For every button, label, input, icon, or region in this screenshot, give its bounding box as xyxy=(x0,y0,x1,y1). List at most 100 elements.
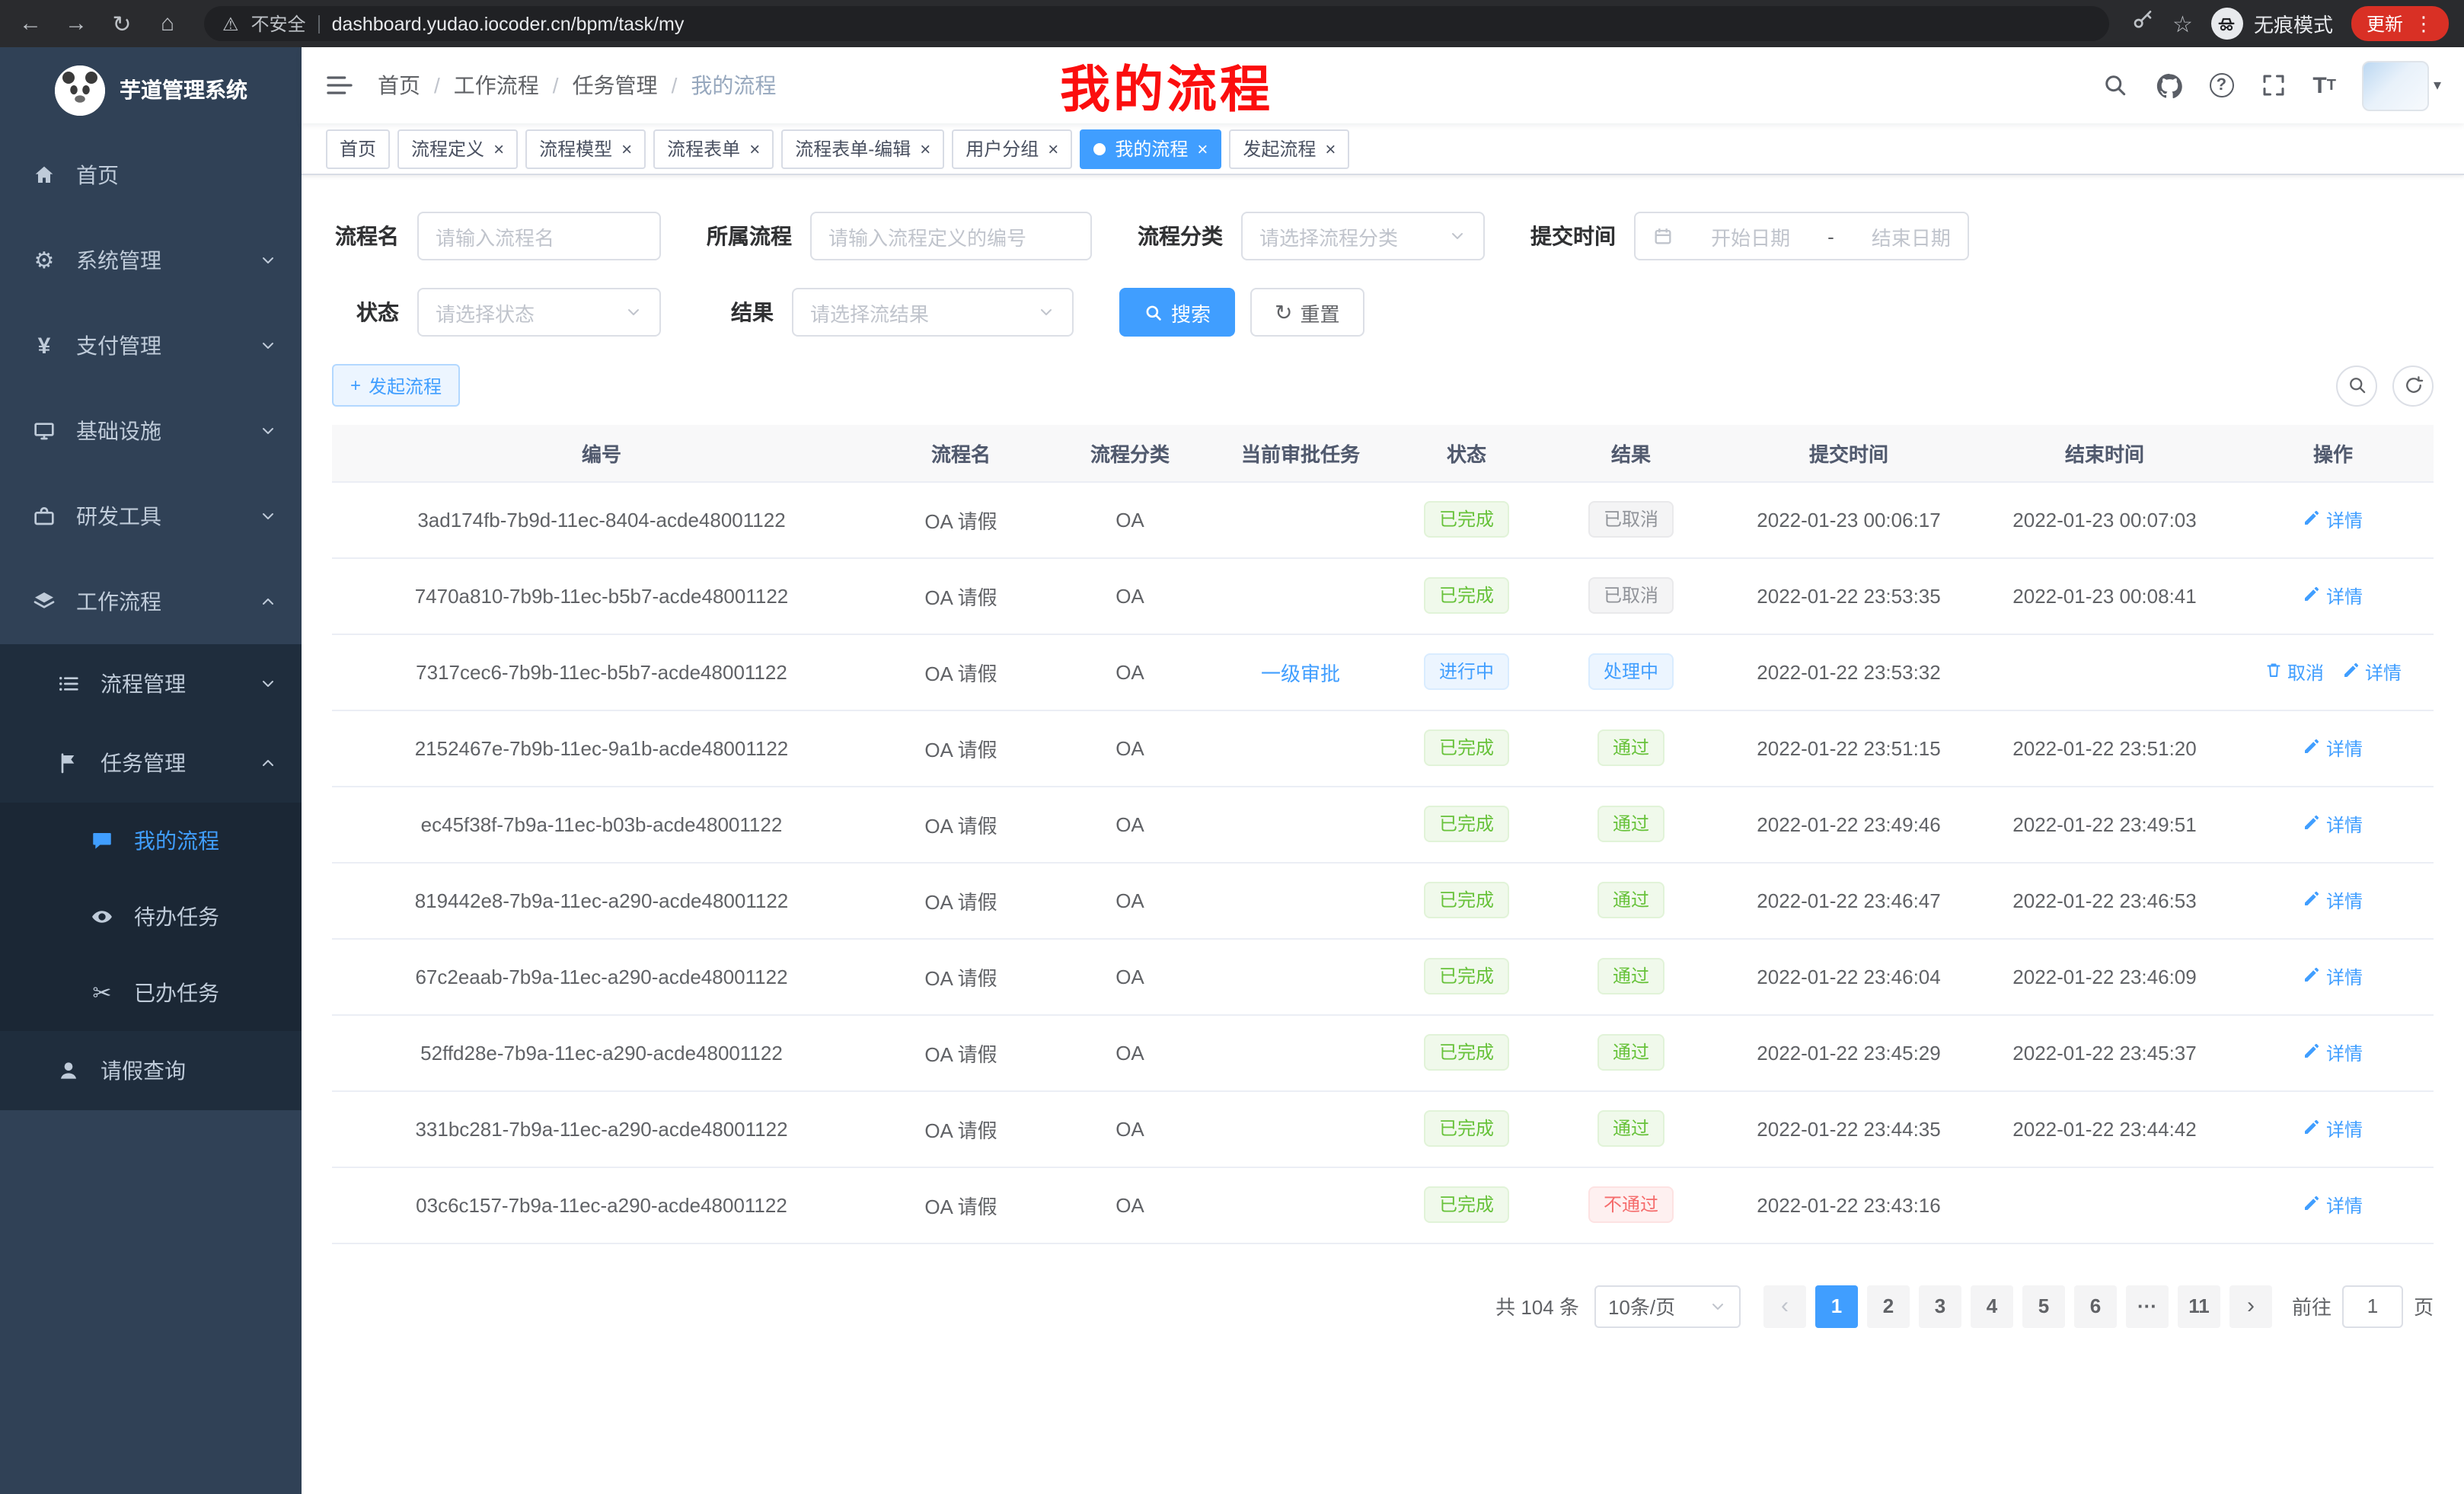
page-button[interactable]: 3 xyxy=(1919,1285,1961,1327)
filter-status: 状态 请选择状态 xyxy=(332,288,661,337)
sidebar-item-done-tasks[interactable]: ✂已办任务 xyxy=(0,955,302,1031)
page-button[interactable]: 11 xyxy=(2178,1285,2220,1327)
page-button[interactable]: 6 xyxy=(2074,1285,2117,1327)
end-time-cell: 2022-01-22 23:44:42 xyxy=(1977,1090,2233,1167)
back-icon[interactable]: ← xyxy=(15,11,46,37)
breadcrumb-item[interactable]: 首页 xyxy=(378,70,420,101)
browser-menu-icon[interactable]: ⋮ xyxy=(2414,11,2434,36)
category-select[interactable]: 请选择流程分类 xyxy=(1241,212,1485,260)
tab-process-definition[interactable]: 流程定义× xyxy=(397,129,518,168)
close-icon[interactable]: × xyxy=(920,139,930,158)
process-id-cell: 67c2eaab-7b9a-11ec-a290-acde48001122 xyxy=(332,938,871,1014)
help-icon[interactable]: ? xyxy=(2209,73,2233,97)
tab-home[interactable]: 首页 xyxy=(326,129,390,168)
sidebar-item-task-management[interactable]: 任务管理 xyxy=(0,723,302,803)
close-icon[interactable]: × xyxy=(749,139,760,158)
refresh-table-button[interactable] xyxy=(2392,365,2434,406)
cancel-link[interactable]: 取消 xyxy=(2265,659,2324,685)
detail-link[interactable]: 详情 xyxy=(2303,583,2363,608)
edit-icon xyxy=(2303,508,2322,531)
result-badge: 处理中 xyxy=(1588,653,1674,690)
tab-process-model[interactable]: 流程模型× xyxy=(525,129,646,168)
chevron-up-icon xyxy=(259,592,277,611)
search-icon xyxy=(1144,302,1163,322)
detail-link[interactable]: 详情 xyxy=(2303,963,2363,989)
filter-category: 流程分类 请选择流程分类 xyxy=(1138,212,1485,260)
sidebar-item-workflow[interactable]: 工作流程 xyxy=(0,559,302,644)
page-button[interactable]: 4 xyxy=(1971,1285,2013,1327)
edit-icon xyxy=(2303,965,2322,988)
password-key-icon[interactable] xyxy=(2130,8,2154,40)
bookmark-star-icon[interactable]: ☆ xyxy=(2172,10,2193,37)
sidebar-item-dev-tools[interactable]: 研发工具 xyxy=(0,474,302,559)
tab-process-form-edit[interactable]: 流程表单-编辑× xyxy=(781,129,944,168)
detail-link[interactable]: 详情 xyxy=(2303,1039,2363,1065)
github-icon[interactable] xyxy=(2154,71,2183,100)
submenu-workflow: 流程管理任务管理我的流程待办任务✂已办任务请假查询 xyxy=(0,644,302,1110)
result-select[interactable]: 请选择流结果 xyxy=(792,288,1074,337)
goto-page-input[interactable] xyxy=(2342,1285,2403,1327)
fullscreen-icon[interactable] xyxy=(2259,72,2287,99)
breadcrumb-item[interactable]: 任务管理 xyxy=(573,70,658,101)
page-size-select[interactable]: 10条/页 xyxy=(1594,1285,1741,1327)
sidebar-item-process-management[interactable]: 流程管理 xyxy=(0,644,302,723)
sidebar-item-home[interactable]: 首页 xyxy=(0,132,302,218)
sidebar-item-todo-tasks[interactable]: 待办任务 xyxy=(0,879,302,955)
process-id-cell: 819442e8-7b9a-11ec-a290-acde48001122 xyxy=(332,862,871,938)
more-pages-button[interactable]: ··· xyxy=(2126,1285,2169,1327)
next-page-button[interactable]: › xyxy=(2229,1285,2272,1327)
forward-icon[interactable]: → xyxy=(61,11,91,37)
update-button[interactable]: 更新 ⋮ xyxy=(2351,6,2449,41)
page-button[interactable]: 2 xyxy=(1867,1285,1910,1327)
search-button[interactable]: 搜索 xyxy=(1119,288,1235,337)
page-button[interactable]: 5 xyxy=(2022,1285,2065,1327)
status-select[interactable]: 请选择状态 xyxy=(417,288,661,337)
address-bar[interactable]: ⚠ 不安全 dashboard.yudao.iocoder.cn/bpm/tas… xyxy=(204,6,2108,41)
tab-my-process[interactable]: 我的流程× xyxy=(1080,129,1221,168)
sidebar-item-infrastructure[interactable]: 基础设施 xyxy=(0,388,302,474)
incognito-profile[interactable]: 无痕模式 xyxy=(2211,8,2333,40)
hamburger-icon[interactable] xyxy=(324,70,355,101)
prev-page-button[interactable]: ‹ xyxy=(1763,1285,1806,1327)
process-category-cell: OA xyxy=(1051,634,1209,710)
breadcrumb-item[interactable]: 工作流程 xyxy=(454,70,539,101)
close-icon[interactable]: × xyxy=(1325,139,1336,158)
sidebar-item-payment[interactable]: ¥支付管理 xyxy=(0,303,302,388)
submit-time-range-picker[interactable]: 开始日期 - 结束日期 xyxy=(1634,212,1969,260)
search-icon[interactable] xyxy=(2101,72,2128,99)
process-name-cell: OA 请假 xyxy=(871,862,1051,938)
detail-link[interactable]: 详情 xyxy=(2303,887,2363,913)
current-task-link[interactable]: 一级审批 xyxy=(1261,662,1340,685)
detail-link[interactable]: 详情 xyxy=(2303,506,2363,532)
user-menu[interactable]: ▾ xyxy=(2362,60,2441,110)
start-process-label: 发起流程 xyxy=(369,372,442,398)
reload-icon[interactable]: ↻ xyxy=(107,10,137,37)
close-icon[interactable]: × xyxy=(621,139,632,158)
reset-button[interactable]: ↻ 重置 xyxy=(1250,288,1364,337)
filter-result: 结果 请选择流结果 xyxy=(707,288,1074,337)
detail-link[interactable]: 详情 xyxy=(2303,735,2363,761)
tab-process-form[interactable]: 流程表单× xyxy=(653,129,774,168)
page-button[interactable]: 1 xyxy=(1815,1285,1858,1327)
font-size-icon[interactable]: TT xyxy=(2312,72,2336,98)
detail-link[interactable]: 详情 xyxy=(2303,1116,2363,1141)
app-logo[interactable]: 芋道管理系统 xyxy=(0,47,302,132)
process-name-input[interactable]: 请输入流程名 xyxy=(417,212,661,260)
close-icon[interactable]: × xyxy=(1197,139,1208,158)
sidebar-item-system[interactable]: ⚙系统管理 xyxy=(0,218,302,303)
tab-user-group[interactable]: 用户分组× xyxy=(952,129,1072,168)
sidebar-item-leave-query[interactable]: 请假查询 xyxy=(0,1031,302,1110)
detail-link[interactable]: 详情 xyxy=(2303,811,2363,837)
start-process-button[interactable]: + 发起流程 xyxy=(332,364,460,407)
close-icon[interactable]: × xyxy=(1048,139,1058,158)
process-id-input[interactable]: 请输入流程定义的编号 xyxy=(810,212,1092,260)
show-search-button[interactable] xyxy=(2336,365,2377,406)
tab-start-process[interactable]: 发起流程× xyxy=(1229,129,1349,168)
detail-link[interactable]: 详情 xyxy=(2342,659,2402,685)
page-buttons: ‹123456···11› xyxy=(1759,1285,2277,1327)
sidebar-item-my-process[interactable]: 我的流程 xyxy=(0,803,302,879)
breadcrumb-separator: / xyxy=(672,73,678,97)
browser-home-icon[interactable]: ⌂ xyxy=(152,11,183,37)
detail-link[interactable]: 详情 xyxy=(2303,1192,2363,1218)
close-icon[interactable]: × xyxy=(493,139,504,158)
